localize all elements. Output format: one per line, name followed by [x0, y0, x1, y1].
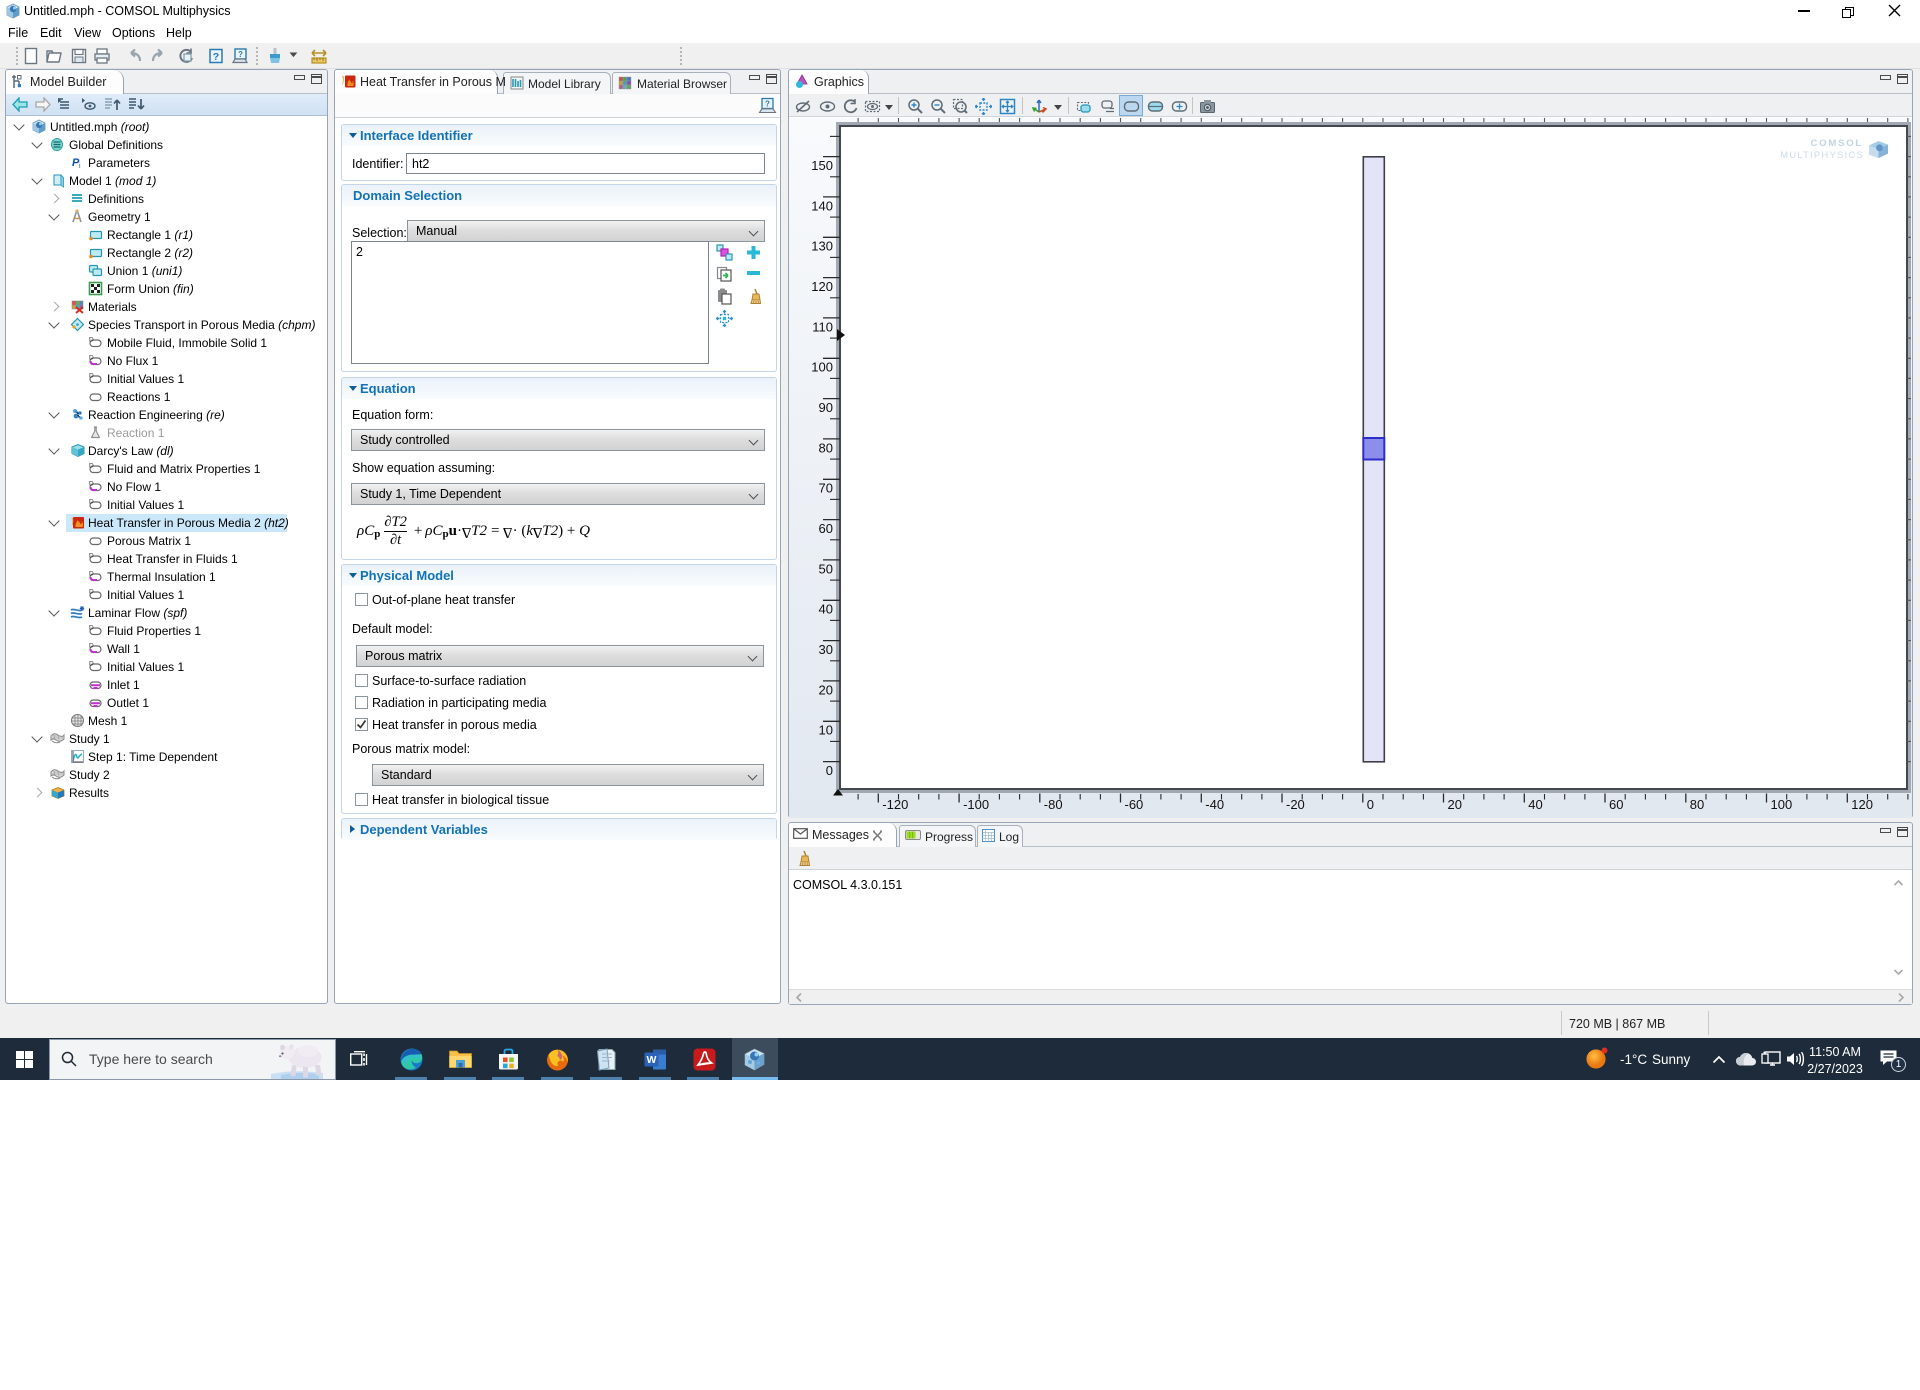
- svg-text:120: 120: [811, 279, 833, 294]
- svg-text:D: D: [89, 373, 94, 380]
- svg-text:60: 60: [819, 521, 833, 536]
- svg-text:0: 0: [1367, 797, 1374, 812]
- svg-text:150: 150: [811, 158, 833, 173]
- svg-text:MULTIPHYSICS: MULTIPHYSICS: [1780, 150, 1864, 161]
- svg-text:i: i: [79, 163, 81, 170]
- svg-text:D: D: [89, 337, 94, 344]
- svg-text:D: D: [89, 463, 94, 470]
- svg-text:10: 10: [819, 723, 833, 738]
- svg-text:140: 140: [811, 198, 833, 213]
- svg-text:50: 50: [819, 561, 833, 576]
- svg-text:40: 40: [819, 602, 833, 617]
- svg-text:100: 100: [1771, 797, 1793, 812]
- svg-text:20: 20: [1448, 797, 1462, 812]
- svg-text:-100: -100: [963, 797, 989, 812]
- svg-text:120: 120: [1851, 797, 1873, 812]
- svg-text:D: D: [89, 355, 94, 362]
- svg-text:20: 20: [819, 682, 833, 697]
- svg-text:?: ?: [765, 100, 770, 109]
- svg-text:D: D: [89, 661, 94, 668]
- svg-text:40: 40: [1528, 797, 1542, 812]
- svg-text:60: 60: [1609, 797, 1623, 812]
- svg-text:D: D: [89, 625, 94, 632]
- svg-text:80: 80: [819, 440, 833, 455]
- svg-text:100: 100: [811, 360, 833, 375]
- svg-text:D: D: [89, 553, 94, 560]
- svg-text:-120: -120: [882, 797, 908, 812]
- svg-text:D: D: [89, 589, 94, 596]
- svg-text:?: ?: [213, 51, 219, 63]
- svg-text:COMSOL: COMSOL: [1811, 138, 1864, 149]
- svg-text:0: 0: [826, 763, 833, 778]
- svg-text:30: 30: [819, 642, 833, 657]
- svg-text:W: W: [647, 1054, 657, 1066]
- svg-text:D: D: [89, 643, 94, 650]
- svg-text:D: D: [89, 571, 94, 578]
- svg-text:130: 130: [811, 239, 833, 254]
- svg-text:110: 110: [812, 319, 833, 334]
- svg-text:70: 70: [819, 481, 833, 496]
- svg-text:80: 80: [1690, 797, 1704, 812]
- svg-text:?: ?: [238, 50, 243, 59]
- svg-text:90: 90: [819, 400, 833, 415]
- svg-text:D: D: [89, 481, 94, 488]
- svg-text:D: D: [89, 499, 94, 506]
